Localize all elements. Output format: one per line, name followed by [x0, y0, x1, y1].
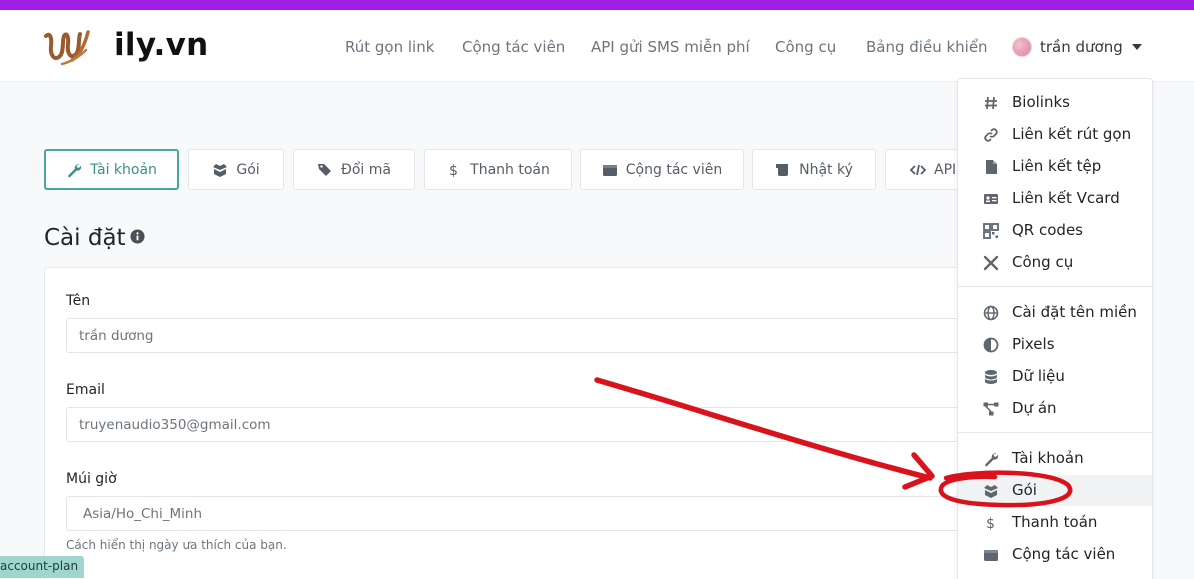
box-icon — [212, 162, 228, 178]
user-menu-toggle[interactable]: trần dương — [1012, 36, 1142, 58]
tags-icon — [317, 162, 333, 178]
menu-item-billing[interactable]: $ Thanh toán — [958, 507, 1152, 538]
menu-item-label: Cộng tác viên — [1012, 545, 1116, 563]
dollar-icon: $ — [983, 515, 999, 531]
tab-plan[interactable]: Gói — [188, 149, 284, 190]
menu-item-custom-domains[interactable]: Cài đặt tên miền — [958, 297, 1152, 328]
nav-link-dashboard[interactable]: Bảng điều khiển — [866, 37, 988, 57]
tools-icon — [983, 255, 999, 271]
menu-item-label: Liên kết tệp — [1012, 157, 1102, 175]
menu-item-label: QR codes — [1012, 221, 1083, 239]
brand-name[interactable]: ily.vn — [114, 26, 208, 64]
menu-item-account[interactable]: Tài khoản — [958, 443, 1152, 474]
menu-item-qr-codes[interactable]: QR codes — [958, 215, 1152, 246]
menu-item-short-links[interactable]: Liên kết rút gọn — [958, 119, 1152, 150]
top-accent-bar — [0, 0, 1194, 10]
menu-item-label: Dữ liệu — [1012, 367, 1065, 385]
qrcode-icon — [983, 223, 999, 239]
tab-label: Đổi mã — [341, 161, 391, 178]
menu-item-label: Biolinks — [1012, 93, 1070, 111]
navbar: ily.vn Rút gọn link Cộng tác viên API gử… — [0, 10, 1194, 82]
svg-text:$: $ — [449, 163, 458, 178]
project-diagram-icon — [983, 401, 999, 417]
caret-down-icon — [1131, 44, 1142, 50]
nav-link-tools[interactable]: Công cụ — [775, 37, 836, 57]
menu-item-label: Cài đặt tên miền — [1012, 303, 1137, 321]
tab-label: Thanh toán — [470, 161, 550, 178]
info-icon[interactable] — [130, 229, 145, 244]
database-icon — [983, 369, 999, 385]
nav-link-shorten[interactable]: Rút gọn link — [345, 37, 434, 57]
dollar-icon: $ — [446, 162, 462, 178]
name-label: Tên — [66, 293, 91, 309]
timezone-help-text: Cách hiển thị ngày ưa thích của bạn. — [66, 538, 287, 552]
link-icon — [983, 127, 999, 143]
menu-item-file-links[interactable]: Liên kết tệp — [958, 151, 1152, 182]
menu-item-data[interactable]: Dữ liệu — [958, 361, 1152, 392]
timezone-select[interactable]: Asia/Ho_Chi_Minh — [66, 496, 1026, 531]
nav-link-sms-api[interactable]: API gửi SMS miễn phí — [591, 37, 750, 57]
name-field[interactable]: trần dương — [66, 318, 1026, 353]
menu-item-label: Tài khoản — [1012, 449, 1084, 467]
tab-account[interactable]: Tài khoản — [44, 149, 179, 190]
menu-item-label: Thanh toán — [1012, 513, 1098, 531]
brand-logo-icon[interactable] — [42, 26, 92, 68]
globe-icon — [983, 305, 999, 321]
menu-item-vcard-links[interactable]: Liên kết Vcard — [958, 183, 1152, 214]
user-name: trần dương — [1040, 38, 1123, 56]
file-icon — [983, 159, 999, 175]
wrench-icon — [983, 451, 999, 467]
adjust-icon — [983, 337, 999, 353]
nav-link-affiliate[interactable]: Cộng tác viên — [462, 37, 565, 57]
tab-label: Cộng tác viên — [625, 161, 723, 178]
tab-billing[interactable]: $ Thanh toán — [424, 149, 572, 190]
email-field[interactable]: truyenaudio350@gmail.com — [66, 407, 1026, 442]
wallet-icon — [983, 547, 999, 563]
menu-item-projects[interactable]: Dự án — [958, 393, 1152, 424]
menu-item-label: Pixels — [1012, 335, 1055, 353]
menu-item-label: Dự án — [1012, 399, 1057, 417]
tab-affiliate[interactable]: Cộng tác viên — [580, 149, 744, 190]
menu-item-label: Liên kết rút gọn — [1012, 125, 1132, 143]
menu-item-label: Gói — [1012, 481, 1037, 499]
menu-item-biolinks[interactable]: Biolinks — [958, 87, 1152, 118]
tab-label: Nhật ký — [799, 161, 853, 178]
tab-label: Tài khoản — [90, 161, 157, 178]
code-icon — [910, 162, 926, 178]
status-badge: account-plan — [0, 556, 85, 578]
avatar — [1012, 37, 1032, 57]
menu-divider — [958, 432, 1152, 433]
menu-item-label: Liên kết Vcard — [1012, 189, 1120, 207]
timezone-label: Múi giờ — [66, 471, 117, 487]
wallet-icon — [602, 162, 618, 178]
email-label: Email — [66, 382, 105, 398]
box-icon — [983, 483, 999, 499]
hash-icon — [983, 95, 999, 111]
tab-redeem[interactable]: Đổi mã — [293, 149, 415, 190]
menu-item-affiliate[interactable]: Cộng tác viên — [958, 539, 1152, 570]
scroll-icon — [775, 162, 791, 178]
svg-text:$: $ — [986, 516, 995, 531]
tab-label: API — [934, 161, 957, 178]
menu-divider — [958, 286, 1152, 287]
menu-item-label: Công cụ — [1012, 253, 1074, 271]
page-title: Cài đặt — [44, 225, 126, 251]
wrench-icon — [66, 162, 82, 178]
menu-item-tools[interactable]: Công cụ — [958, 247, 1152, 278]
menu-item-plan[interactable]: Gói — [958, 475, 1152, 506]
id-card-icon — [983, 191, 999, 207]
menu-item-pixels[interactable]: Pixels — [958, 329, 1152, 360]
tab-logs[interactable]: Nhật ký — [752, 149, 876, 190]
tab-label: Gói — [236, 161, 260, 178]
